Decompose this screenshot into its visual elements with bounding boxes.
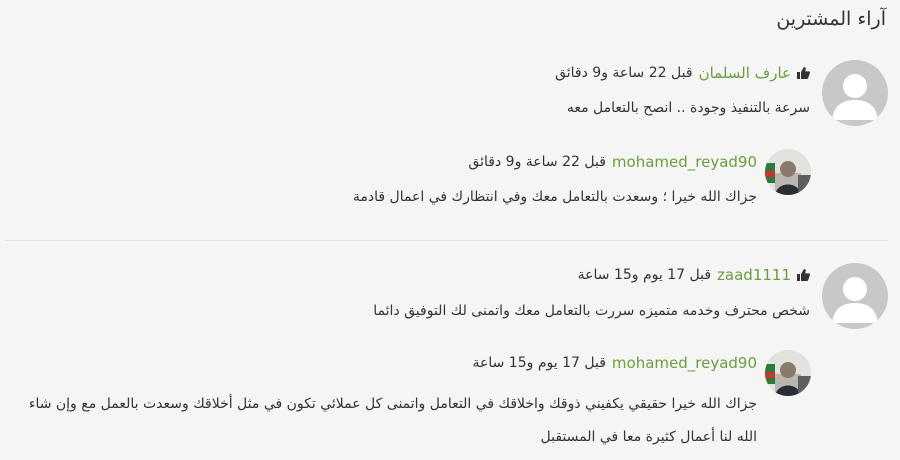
buyer-username-link[interactable]: عارف السلمان bbox=[699, 64, 791, 82]
seller-photo-icon bbox=[765, 149, 811, 195]
seller-meta: mohamed_reyad90 قبل 22 ساعة و9 دقائق bbox=[468, 153, 757, 171]
seller-avatar[interactable] bbox=[765, 149, 811, 195]
thumbs-up-icon bbox=[797, 67, 810, 79]
buyer-avatar[interactable] bbox=[822, 263, 888, 329]
buyer-meta: zaad1111 قبل 17 يوم و15 ساعة bbox=[578, 266, 810, 284]
section-title: آراء المشترين bbox=[776, 8, 886, 30]
review-text: سرعة بالتنفيذ وجودة .. انصح بالتعامل معه bbox=[566, 100, 810, 116]
buyer-avatar[interactable] bbox=[822, 60, 888, 126]
reply-text: جزاك الله خيرا حقيقي يكفيني ذوقك واخلاقك… bbox=[28, 396, 757, 445]
reply-time: قبل 17 يوم و15 ساعة bbox=[472, 355, 606, 371]
seller-meta: mohamed_reyad90 قبل 17 يوم و15 ساعة bbox=[472, 354, 757, 372]
user-silhouette-icon bbox=[832, 277, 878, 323]
seller-photo-icon bbox=[765, 350, 811, 396]
buyer-meta: عارف السلمان قبل 22 ساعة و9 دقائق bbox=[555, 64, 810, 82]
user-silhouette-icon bbox=[832, 74, 878, 120]
buyer-username-link[interactable]: zaad1111 bbox=[717, 266, 791, 284]
review-time: قبل 22 ساعة و9 دقائق bbox=[555, 65, 693, 81]
thumbs-up-icon bbox=[797, 269, 810, 281]
review-text: شخص محترف وخدمه متميزه سررت بالتعامل معك… bbox=[373, 303, 810, 319]
reply-text: جزاك الله خيرا ؛ وسعدت بالتعامل معك وفي … bbox=[352, 189, 757, 205]
review-divider bbox=[6, 240, 888, 241]
seller-username-link[interactable]: mohamed_reyad90 bbox=[612, 153, 757, 171]
seller-avatar[interactable] bbox=[765, 350, 811, 396]
reply-time: قبل 22 ساعة و9 دقائق bbox=[468, 154, 606, 170]
seller-username-link[interactable]: mohamed_reyad90 bbox=[612, 354, 757, 372]
review-time: قبل 17 يوم و15 ساعة bbox=[577, 267, 712, 283]
